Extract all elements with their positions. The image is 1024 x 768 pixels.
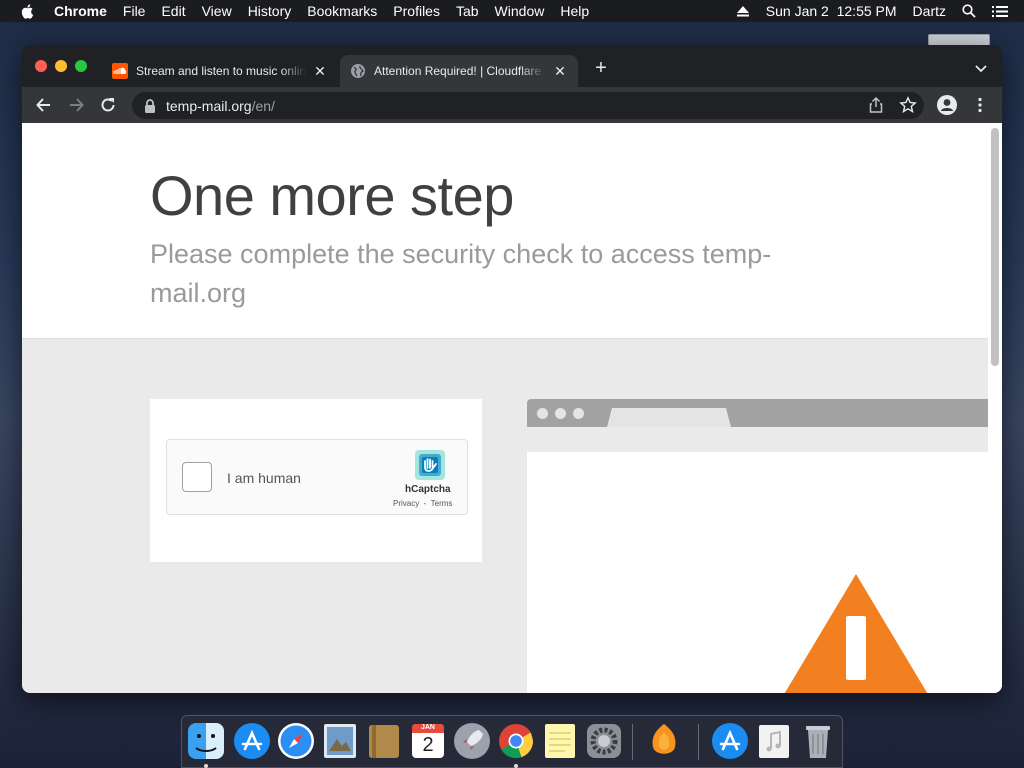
back-arrow-icon[interactable] xyxy=(34,95,54,115)
browser-toolbar: temp-mail.org/en/ xyxy=(22,87,1002,123)
page-scrollbar[interactable] xyxy=(988,123,1002,693)
illustration-body xyxy=(527,452,988,693)
spotlight-search-icon[interactable] xyxy=(962,4,976,18)
close-window-button[interactable] xyxy=(35,60,47,72)
system-preferences-icon[interactable] xyxy=(584,721,624,761)
menu-help[interactable]: Help xyxy=(560,3,589,19)
calendar-day: 2 xyxy=(422,734,434,756)
soundcloud-icon xyxy=(112,63,128,79)
lock-icon[interactable] xyxy=(144,98,156,113)
trash-icon[interactable] xyxy=(798,721,838,761)
captcha-card: I am human hCaptcha Privacy - Terms xyxy=(150,399,482,562)
reload-icon[interactable] xyxy=(98,95,118,115)
hcaptcha-brand: hCaptcha xyxy=(405,484,451,495)
tab-close-icon[interactable]: ✕ xyxy=(312,63,328,79)
preview-icon[interactable] xyxy=(320,721,360,761)
url-path: /en/ xyxy=(251,97,275,114)
menubar-clock[interactable]: Sun Jan 2 12:55 PM xyxy=(766,3,897,19)
menu-app-name[interactable]: Chrome xyxy=(54,3,107,19)
tab-cloudflare[interactable]: Attention Required! | Cloudflare ✕ xyxy=(340,55,578,87)
address-bar[interactable]: temp-mail.org/en/ xyxy=(132,92,924,119)
menu-history[interactable]: History xyxy=(248,3,292,19)
tab-strip: Stream and listen to music online ✕ Atte… xyxy=(22,45,1002,87)
bookmark-star-icon[interactable] xyxy=(899,96,917,114)
menu-view[interactable]: View xyxy=(202,3,232,19)
kebab-menu-icon[interactable] xyxy=(971,96,989,114)
tab-close-icon[interactable]: ✕ xyxy=(552,63,568,79)
captcha-checkbox[interactable] xyxy=(182,462,212,492)
app-store-icon[interactable] xyxy=(232,721,272,761)
tab-title: Attention Required! | Cloudflare xyxy=(374,64,542,78)
page-header: One more step Please complete the securi… xyxy=(22,123,988,339)
warning-triangle-icon xyxy=(784,574,928,693)
menu-edit[interactable]: Edit xyxy=(161,3,185,19)
app-store-icon[interactable] xyxy=(710,721,750,761)
scrollbar-thumb[interactable] xyxy=(991,128,999,366)
illustration-dot xyxy=(573,408,584,419)
globe-icon xyxy=(351,64,365,78)
illustration-titlebar xyxy=(527,399,988,427)
url-host: temp-mail.org xyxy=(166,97,252,114)
share-icon[interactable] xyxy=(867,96,885,114)
menu-file[interactable]: File xyxy=(123,3,146,19)
running-indicator xyxy=(204,764,208,768)
running-indicator xyxy=(514,764,518,768)
menu-profiles[interactable]: Profiles xyxy=(393,3,440,19)
illustration-dot xyxy=(555,408,566,419)
eject-icon[interactable] xyxy=(736,5,750,17)
menubar-status-area: Sun Jan 2 12:55 PM Dartz xyxy=(736,0,1024,22)
menu-window[interactable]: Window xyxy=(495,3,545,19)
page-subtitle: Please complete the security check to ac… xyxy=(150,239,772,308)
page-viewport: One more step Please complete the securi… xyxy=(22,123,1002,693)
calendar-icon[interactable]: JAN 2 xyxy=(408,721,448,761)
fl-studio-icon[interactable] xyxy=(644,721,684,761)
browser-illustration xyxy=(527,399,988,693)
menu-tab[interactable]: Tab xyxy=(456,3,479,19)
notefile-icon[interactable] xyxy=(364,721,404,761)
calendar-month: JAN xyxy=(420,724,435,731)
profile-avatar-icon[interactable] xyxy=(937,95,957,115)
dock-separator xyxy=(632,724,633,760)
safari-icon[interactable] xyxy=(276,721,316,761)
chrome-icon[interactable] xyxy=(496,721,536,761)
page-title: One more step xyxy=(150,164,514,227)
dock-separator xyxy=(698,724,699,760)
illustration-tab xyxy=(607,408,731,427)
menu-bar: Chrome File Edit View History Bookmarks … xyxy=(0,0,1024,22)
control-center-icon[interactable] xyxy=(992,5,1008,18)
notes-icon[interactable] xyxy=(540,721,580,761)
captcha-privacy-terms-links[interactable]: Privacy - Terms xyxy=(393,499,452,508)
dock: JAN 2 xyxy=(181,715,843,768)
minimize-window-button[interactable] xyxy=(55,60,67,72)
hcaptcha-logo-icon[interactable] xyxy=(413,448,447,482)
forward-arrow-icon[interactable] xyxy=(66,95,86,115)
finder-icon[interactable] xyxy=(186,721,226,761)
chrome-window: Stream and listen to music online ✕ Atte… xyxy=(22,45,1002,693)
hcaptcha-widget: I am human hCaptcha Privacy - Terms xyxy=(166,439,468,515)
apple-icon[interactable] xyxy=(20,3,36,19)
launchpad-icon[interactable] xyxy=(452,721,492,761)
new-tab-plus-icon[interactable]: + xyxy=(592,58,610,78)
menu-bookmarks[interactable]: Bookmarks xyxy=(307,3,377,19)
chevron-down-icon[interactable] xyxy=(974,61,988,75)
captcha-label: I am human xyxy=(227,470,301,486)
zoom-window-button[interactable] xyxy=(75,60,87,72)
music-file-icon[interactable] xyxy=(754,721,794,761)
tab-title: Stream and listen to music online xyxy=(136,64,306,78)
menubar-user[interactable]: Dartz xyxy=(913,3,946,19)
illustration-dot xyxy=(537,408,548,419)
tab-soundcloud[interactable]: Stream and listen to music online ✕ xyxy=(102,55,338,87)
